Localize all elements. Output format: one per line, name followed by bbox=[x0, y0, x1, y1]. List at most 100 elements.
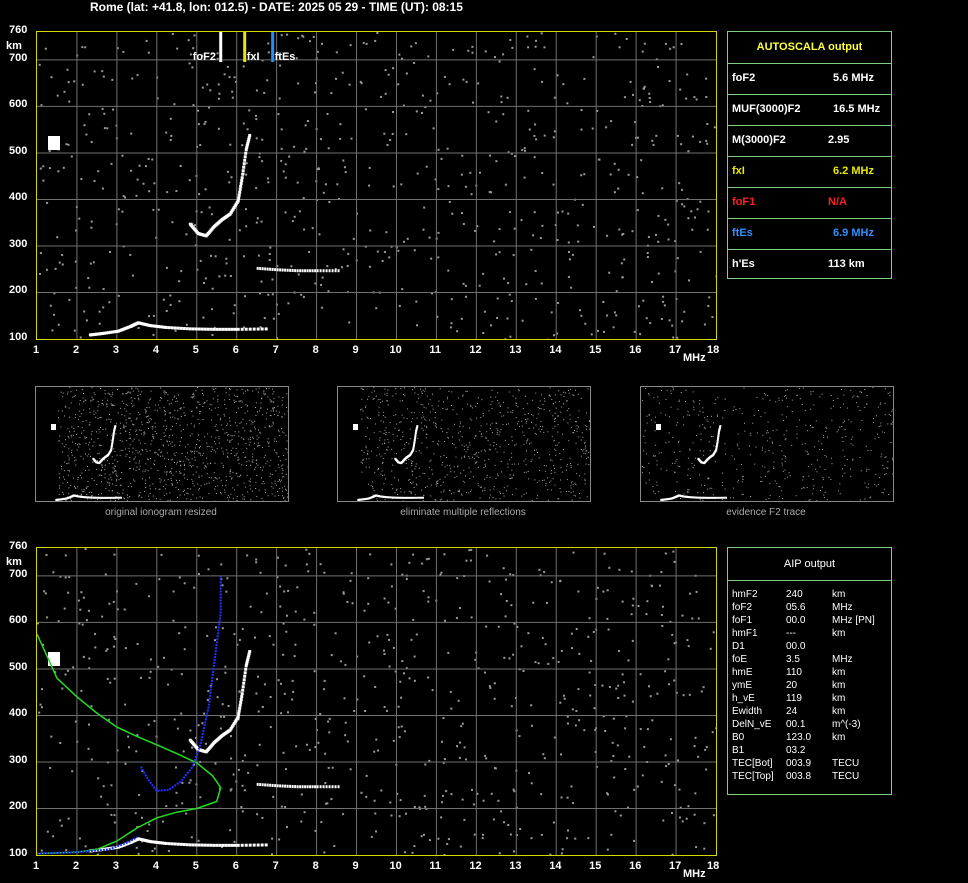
thumb-trace-point bbox=[414, 433, 417, 436]
aip-name: TEC[Top] bbox=[732, 771, 774, 782]
f-layer-trace-point bbox=[243, 158, 247, 162]
x-tick-label: 15 bbox=[589, 860, 602, 872]
x-tick-label: 14 bbox=[549, 344, 562, 356]
e-layer-trace-point bbox=[256, 843, 260, 847]
f-layer-trace-point bbox=[236, 715, 240, 719]
marker-label: fxI bbox=[247, 51, 260, 63]
f-layer-trace-point bbox=[242, 678, 246, 682]
e-layer-trace-point bbox=[233, 843, 237, 847]
es-multiple-trace-point bbox=[286, 784, 289, 788]
y-tick-label: 760 bbox=[9, 540, 28, 552]
autoscala-value: 6.2 MHz bbox=[833, 165, 874, 177]
x-tick-label: 10 bbox=[389, 860, 402, 872]
thumb-trace-point bbox=[412, 496, 415, 499]
es-multiple-trace-point bbox=[316, 269, 319, 273]
e-layer-trace-point bbox=[240, 327, 244, 331]
thumb-trace-point bbox=[725, 496, 727, 499]
y-tick-label: 500 bbox=[9, 660, 28, 673]
e-layer-trace-point bbox=[167, 842, 171, 846]
aip-unit: km bbox=[832, 732, 846, 743]
thumb-trace-point bbox=[416, 496, 419, 499]
main-ionogram: foF2 fxI ftEs bbox=[36, 31, 717, 340]
aip-unit: km bbox=[832, 680, 846, 691]
aip-name: DelN_vE bbox=[732, 719, 772, 730]
f-layer-trace-point bbox=[240, 176, 244, 180]
es-multiple-trace-point bbox=[296, 785, 299, 789]
es-multiple-trace-point bbox=[309, 269, 312, 273]
e-layer-trace-point bbox=[221, 327, 225, 331]
thumb-trace-point bbox=[116, 496, 119, 499]
x-tick-label: 12 bbox=[469, 344, 482, 356]
e-layer-trace-point bbox=[209, 327, 213, 331]
thumb-speckle bbox=[58, 387, 289, 502]
x-tick-label: 6 bbox=[232, 860, 239, 872]
thumb-trace-point bbox=[717, 435, 720, 438]
aip-value: 240 bbox=[786, 589, 803, 600]
x-tick-label: 13 bbox=[509, 344, 522, 356]
marker-block bbox=[48, 136, 60, 150]
es-multiple-trace bbox=[256, 782, 340, 789]
es-multiple-trace-point bbox=[269, 783, 272, 787]
es-multiple-trace-point bbox=[291, 784, 294, 788]
thumb-trace-point bbox=[414, 435, 417, 438]
aip-unit: km bbox=[832, 628, 846, 639]
e-layer-trace-point bbox=[203, 843, 207, 847]
thumb-marker-block bbox=[353, 424, 358, 430]
x-tick-label: 8 bbox=[312, 344, 319, 356]
es-multiple-trace-point bbox=[311, 269, 314, 273]
es-multiple-trace-point bbox=[284, 784, 287, 788]
aip-name: h_vE bbox=[732, 693, 755, 704]
e-layer-trace-point bbox=[260, 327, 264, 331]
page-header: Rome (lat: +41.8, lon: 012.5) - DATE: 20… bbox=[90, 0, 463, 14]
thumb-trace-point bbox=[112, 431, 115, 434]
e-layer-trace-point bbox=[188, 843, 192, 847]
thumb-trace-point bbox=[111, 438, 114, 441]
e-layer-trace-point bbox=[236, 327, 240, 331]
y-axis-label: km bbox=[6, 40, 22, 52]
aip-value: 123.0 bbox=[786, 732, 812, 743]
thumb-trace-point bbox=[414, 437, 417, 440]
thumb-trace-point bbox=[120, 496, 122, 499]
e-layer-trace-point bbox=[227, 843, 231, 847]
y-tick-label: 700 bbox=[9, 567, 28, 580]
es-multiple-trace-point bbox=[316, 785, 319, 789]
e-layer-trace-point bbox=[256, 327, 260, 331]
autoscala-value: 16.5 MHz bbox=[833, 103, 881, 115]
f-layer-trace-point bbox=[243, 671, 247, 675]
es-multiple-trace-point bbox=[269, 267, 272, 271]
x-tick-label: 11 bbox=[429, 860, 442, 872]
e-layer-trace-point bbox=[197, 327, 201, 331]
e-layer-trace-point bbox=[230, 327, 234, 331]
es-multiple-trace-point bbox=[337, 269, 340, 273]
es-multiple-trace-point bbox=[294, 785, 297, 789]
thumb-speckle bbox=[360, 387, 591, 502]
thumb-trace-point bbox=[414, 496, 417, 499]
autoscala-value: 5.6 MHz bbox=[833, 72, 874, 84]
e-layer-trace-point bbox=[240, 843, 244, 847]
es-multiple-trace-point bbox=[306, 785, 309, 789]
f-layer-trace-point bbox=[238, 187, 242, 191]
es-multiple-trace-point bbox=[328, 269, 331, 273]
autoscala-value: 113 km bbox=[828, 258, 865, 270]
f-layer-trace-point bbox=[248, 650, 252, 654]
es-multiple-trace-point bbox=[259, 783, 262, 787]
es-multiple-trace-point bbox=[319, 785, 322, 789]
f-layer-trace-point bbox=[242, 165, 246, 169]
aip-unit: MHz bbox=[832, 602, 853, 613]
e-layer-trace-point bbox=[173, 326, 177, 330]
thumb-trace-point bbox=[112, 433, 115, 436]
f-layer-trace-point bbox=[237, 193, 241, 197]
x-tick-label: 2 bbox=[72, 860, 80, 872]
x-tick-label: 18 bbox=[707, 860, 720, 872]
e-layer-trace-point bbox=[264, 843, 268, 847]
x-axis-label: MHz bbox=[683, 868, 706, 880]
e-layer-trace-point bbox=[218, 843, 222, 847]
y-tick-label: 100 bbox=[9, 847, 28, 859]
aip-value: 119 bbox=[786, 693, 802, 704]
x-tick-label: 13 bbox=[509, 860, 522, 872]
aip-value: 003.8 bbox=[786, 771, 812, 782]
x-tick-label: 10 bbox=[389, 344, 402, 356]
e-layer-trace-point bbox=[182, 843, 186, 847]
es-multiple-trace-point bbox=[296, 269, 299, 273]
es-multiple-trace-point bbox=[261, 267, 264, 271]
